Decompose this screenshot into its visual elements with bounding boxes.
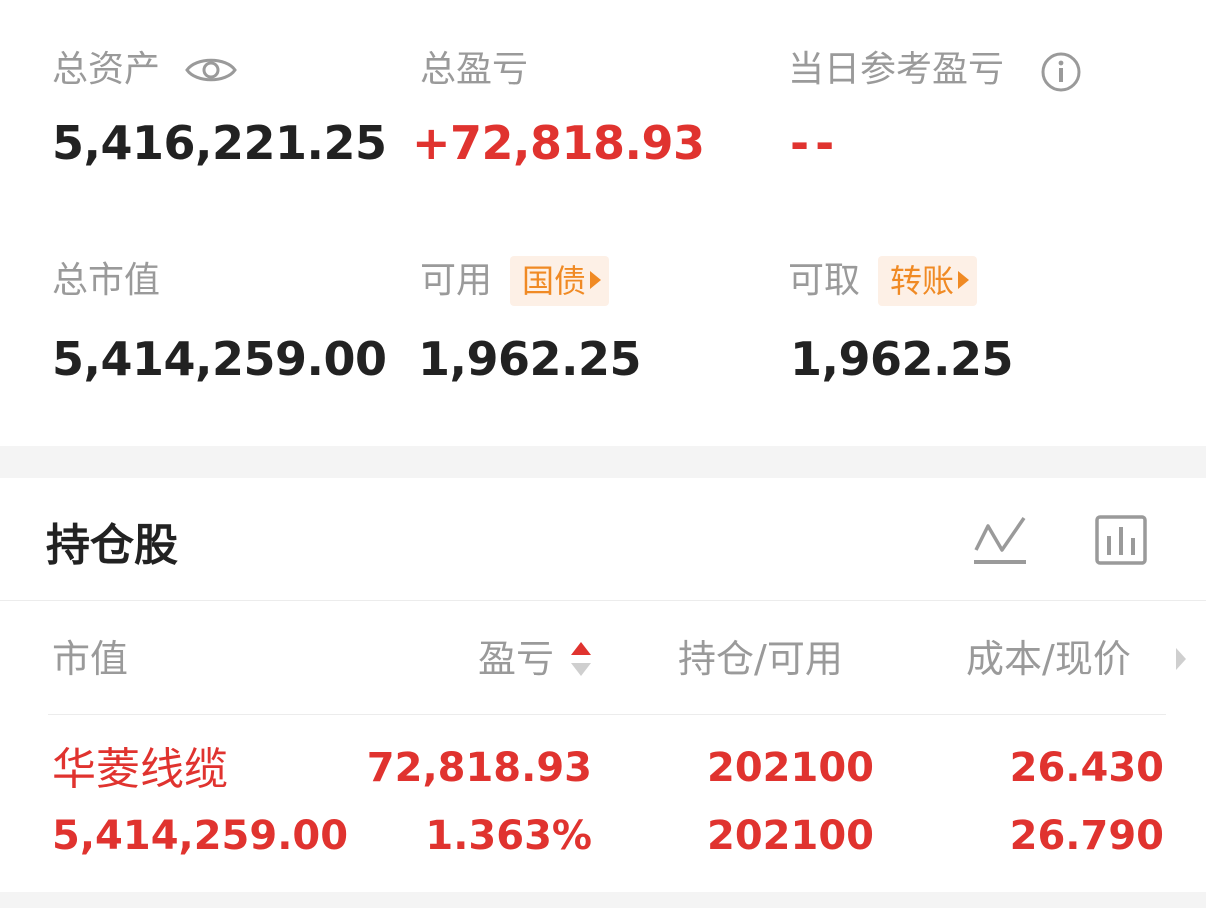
total-assets-label: 总资产 (52, 49, 161, 90)
column-header-pnl-label: 盈亏 (478, 637, 555, 681)
withdrawable-value: 1,962.25 (790, 332, 1014, 386)
column-header-market-value[interactable]: 市值 (52, 640, 128, 678)
bar-chart-icon[interactable] (1094, 514, 1148, 566)
section-divider (0, 446, 1206, 478)
column-header-price: 现价 (1054, 637, 1131, 681)
daily-pnl-value: -- (790, 116, 841, 170)
account-overview: 总资产 5,416,221.25 总盈亏 +72,818.93 当日参考盈亏 -… (0, 0, 1206, 908)
divider (48, 714, 1166, 715)
section-divider (0, 892, 1206, 908)
stock-name: 华菱线缆 (52, 744, 228, 795)
asset-summary-card: 总资产 5,416,221.25 总盈亏 +72,818.93 当日参考盈亏 -… (0, 0, 1206, 446)
transfer-tag[interactable]: 转账 (878, 256, 978, 306)
column-header-position-available[interactable]: 持仓/可用 (678, 640, 843, 678)
divider (0, 600, 1206, 601)
play-arrow-icon (590, 271, 602, 289)
stock-pnl-percent: 1.363% (425, 813, 592, 859)
stock-cost: 26.430 (1009, 745, 1164, 791)
total-assets-value: 5,416,221.25 (52, 116, 387, 170)
market-value-label: 总市值 (52, 260, 161, 301)
column-header-position: 持仓 (678, 637, 755, 681)
market-value-value: 5,414,259.00 (52, 332, 387, 386)
line-chart-icon[interactable] (972, 514, 1028, 566)
holdings-section: 持仓股 市值 盈亏 持仓/可用 成本/现价 华菱线缆 5,414,259.00 … (0, 478, 1206, 892)
column-header-cost: 成本 (966, 637, 1043, 681)
stock-pnl: 72,818.93 (366, 745, 592, 791)
total-pnl-value: +72,818.93 (412, 116, 705, 170)
column-header-pnl[interactable]: 盈亏 (478, 640, 554, 678)
stock-position: 202100 (707, 745, 874, 791)
column-header-available: 可用 (766, 637, 843, 681)
sort-icon[interactable] (570, 640, 592, 678)
holdings-title: 持仓股 (46, 520, 178, 571)
info-icon[interactable] (1040, 51, 1082, 93)
available-value: 1,962.25 (418, 332, 642, 386)
treasury-bond-tag-label: 国债 (522, 262, 587, 300)
stock-price: 26.790 (1009, 813, 1164, 859)
stock-available: 202100 (707, 813, 874, 859)
column-header-cost-price[interactable]: 成本/现价 (966, 640, 1131, 678)
total-pnl-label: 总盈亏 (420, 49, 529, 90)
daily-pnl-label: 当日参考盈亏 (788, 49, 1005, 90)
eye-icon[interactable] (184, 52, 238, 88)
available-label: 可用 (420, 260, 493, 301)
chevron-right-icon[interactable] (1174, 646, 1188, 672)
column-separator: / (1042, 637, 1055, 681)
withdrawable-label: 可取 (788, 260, 861, 301)
transfer-tag-label: 转账 (890, 262, 955, 300)
play-arrow-icon (958, 271, 970, 289)
column-separator: / (754, 637, 767, 681)
treasury-bond-tag[interactable]: 国债 (510, 256, 610, 306)
